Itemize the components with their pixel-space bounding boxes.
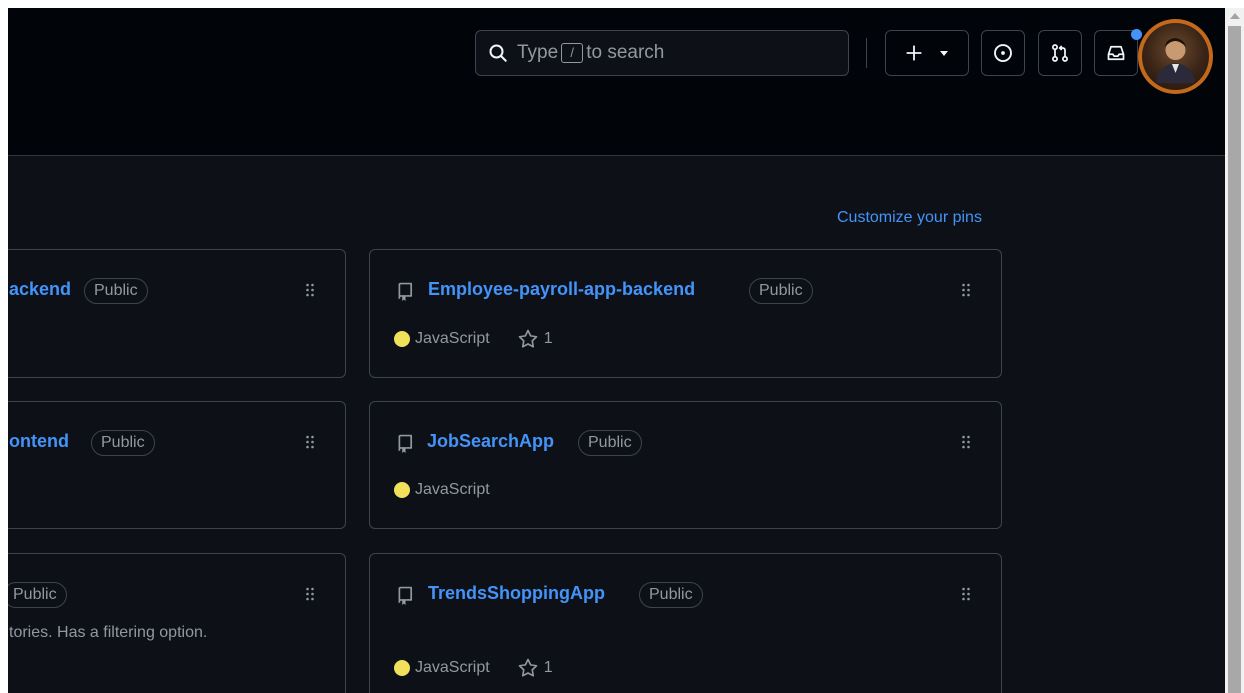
- repo-name-link[interactable]: Employee-payroll-app-backend: [428, 279, 695, 300]
- pinned-repo-card: Public tories. Has a filtering option.: [8, 553, 346, 693]
- star-count: 1: [543, 330, 553, 347]
- user-avatar[interactable]: [1138, 19, 1213, 94]
- drag-handle-icon[interactable]: [305, 434, 315, 450]
- avatar-image: [1142, 23, 1209, 90]
- pull-requests-button[interactable]: [1038, 30, 1082, 76]
- pinned-repo-card: JobSearchApp Public JavaScript: [369, 401, 1002, 529]
- inbox-icon: [1107, 45, 1125, 61]
- caret-down-icon: [940, 51, 948, 56]
- create-new-button[interactable]: [885, 30, 969, 76]
- visibility-badge: Public: [84, 278, 148, 304]
- pinned-repo-card: Employee-payroll-app-backend Public Java…: [369, 249, 1002, 378]
- drag-handle-icon[interactable]: [961, 282, 971, 298]
- drag-handle-icon[interactable]: [305, 586, 315, 602]
- visibility-badge: Public: [639, 582, 703, 608]
- repo-language: JavaScript: [415, 481, 490, 498]
- language-color-dot: [394, 331, 410, 347]
- global-header: Type / to search: [8, 8, 1225, 156]
- search-input[interactable]: Type / to search: [475, 30, 849, 76]
- drag-handle-icon[interactable]: [305, 282, 315, 298]
- repo-language: JavaScript: [415, 330, 490, 347]
- repo-description: tories. Has a filtering option.: [9, 624, 208, 641]
- pinned-repo-card: TrendsShoppingApp Public JavaScript 1: [369, 553, 1002, 693]
- header-divider: [866, 38, 867, 68]
- pinned-repo-card: ontend Public: [8, 401, 346, 529]
- visibility-badge: Public: [749, 278, 813, 304]
- plus-icon: [906, 45, 922, 61]
- drag-handle-icon[interactable]: [961, 434, 971, 450]
- notification-dot: [1131, 29, 1142, 40]
- star-icon: [518, 658, 538, 677]
- repo-name-link[interactable]: ontend: [9, 431, 69, 452]
- repo-meta: JavaScript: [394, 481, 490, 499]
- repo-icon: [398, 434, 413, 453]
- issues-button[interactable]: [981, 30, 1025, 76]
- issue-opened-icon: [994, 44, 1012, 62]
- repo-language: JavaScript: [415, 659, 490, 676]
- repo-name-link[interactable]: JobSearchApp: [427, 431, 554, 452]
- customize-pins-link[interactable]: Customize your pins: [837, 209, 982, 227]
- stargazers-link[interactable]: 1: [518, 329, 553, 349]
- repo-icon: [398, 282, 413, 301]
- search-icon: [489, 44, 507, 62]
- visibility-badge: Public: [578, 430, 642, 456]
- git-pull-request-icon: [1051, 44, 1069, 62]
- scroll-up-arrow-icon[interactable]: [1230, 13, 1240, 19]
- pinned-repo-card: ackend Public: [8, 249, 346, 378]
- visibility-badge: Public: [8, 582, 67, 608]
- language-color-dot: [394, 482, 410, 498]
- scrollbar-thumb[interactable]: [1228, 26, 1241, 693]
- repo-name-link[interactable]: ackend: [9, 279, 71, 300]
- star-icon: [518, 329, 538, 348]
- page-viewport: Type / to search Customize your pins ack…: [8, 8, 1225, 693]
- repo-meta: JavaScript 1: [394, 658, 553, 678]
- drag-handle-icon[interactable]: [961, 586, 971, 602]
- repo-meta: JavaScript 1: [394, 329, 553, 349]
- search-suffix: to search: [586, 42, 665, 63]
- stargazers-link[interactable]: 1: [518, 658, 553, 678]
- star-count: 1: [543, 659, 553, 676]
- repo-name-link[interactable]: TrendsShoppingApp: [428, 583, 605, 604]
- search-prefix: Type: [517, 42, 559, 63]
- search-shortcut-key: /: [561, 43, 584, 63]
- vertical-scrollbar[interactable]: [1225, 8, 1244, 693]
- repo-icon: [398, 586, 413, 605]
- language-color-dot: [394, 660, 410, 676]
- visibility-badge: Public: [91, 430, 155, 456]
